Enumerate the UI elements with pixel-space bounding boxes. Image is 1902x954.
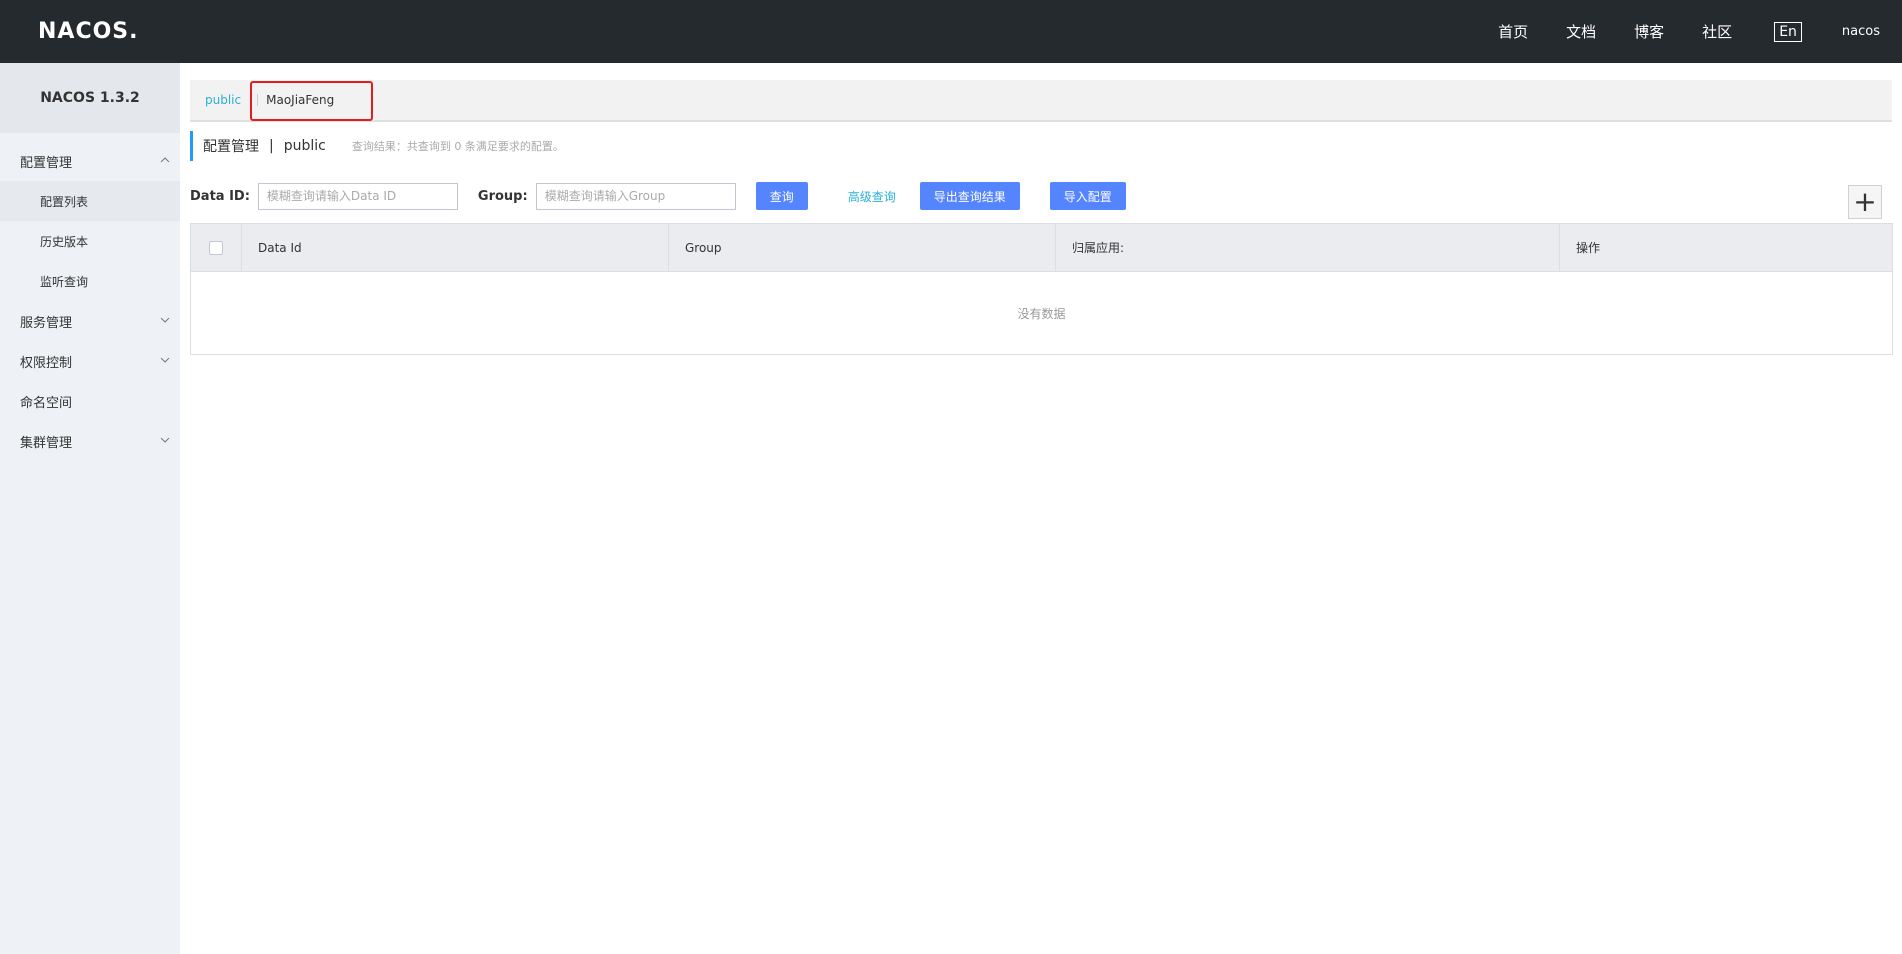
namespace-bar: public MaoJiaFeng <box>190 80 1892 122</box>
sidebar-item-label: 集群管理 <box>20 435 73 451</box>
column-header-group: Group <box>669 223 1056 272</box>
top-nav: 首页 文档 博客 社区 En nacos <box>1498 0 1902 63</box>
sidebar-item-label: 权限控制 <box>20 355 73 371</box>
sidebar-item-label: 历史版本 <box>40 234 89 249</box>
export-results-button[interactable]: 导出查询结果 <box>919 182 1020 210</box>
nav-blog[interactable]: 博客 <box>1634 21 1664 42</box>
sidebar-item-history[interactable]: 历史版本 <box>0 221 180 261</box>
sidebar-item-config-list[interactable]: 配置列表 <box>0 181 180 221</box>
nacos-logo[interactable]: NACOS. <box>38 16 139 46</box>
advanced-query-link[interactable]: 高级查询 <box>848 188 896 205</box>
query-button[interactable]: 查询 <box>755 182 808 210</box>
group-label: Group: <box>477 188 528 204</box>
table-header: Data Id Group 归属应用: 操作 <box>191 223 1892 272</box>
chevron-down-icon <box>160 357 170 363</box>
sidebar-item-service-management[interactable]: 服务管理 <box>0 301 180 341</box>
namespace-tab-public[interactable]: public <box>205 93 241 107</box>
import-config-button[interactable]: 导入配置 <box>1049 182 1126 210</box>
current-namespace: public <box>283 138 326 154</box>
chevron-down-icon <box>160 437 170 443</box>
search-row: Data ID: Group: 查询 高级查询 导出查询结果 导入配置 + <box>190 181 1892 219</box>
logo-text: NACOS. <box>38 18 139 44</box>
data-id-label: Data ID: <box>190 188 250 204</box>
query-result-summary: 查询结果：共查询到 0 条满足要求的配置。 <box>351 140 564 153</box>
column-header-app: 归属应用: <box>1056 223 1560 272</box>
select-all-cell <box>191 223 242 272</box>
nav-home[interactable]: 首页 <box>1498 21 1528 42</box>
page-title: 配置管理 <box>203 139 259 155</box>
data-id-input[interactable] <box>257 182 458 210</box>
group-input[interactable] <box>535 182 736 210</box>
sidebar-item-namespace[interactable]: 命名空间 <box>0 381 180 421</box>
main-content: public MaoJiaFeng 配置管理 | public 查询结果：共查询… <box>180 63 1902 954</box>
column-header-actions: 操作 <box>1576 241 1601 255</box>
sidebar-menu: 配置管理 配置列表 历史版本 监听查询 服务管理 权限控制 命名空间 集群管理 <box>0 133 180 461</box>
sidebar-item-label: 命名空间 <box>20 395 73 411</box>
column-header-data-id: Data Id <box>242 223 669 272</box>
sidebar-item-config-management[interactable]: 配置管理 <box>0 141 180 181</box>
sidebar-item-label: 配置管理 <box>20 155 73 171</box>
sidebar-item-auth-control[interactable]: 权限控制 <box>0 341 180 381</box>
page-title-row: 配置管理 | public 查询结果：共查询到 0 条满足要求的配置。 <box>190 131 564 161</box>
nav-community[interactable]: 社区 <box>1702 21 1732 42</box>
select-all-checkbox[interactable] <box>209 240 223 255</box>
top-header: NACOS. 首页 文档 博客 社区 En nacos <box>0 0 1902 63</box>
config-table: Data Id Group 归属应用: 操作 没有数据 <box>190 223 1893 355</box>
title-accent-bar <box>190 131 193 161</box>
version-label: NACOS 1.3.2 <box>0 63 180 133</box>
language-switch-button[interactable]: En <box>1774 21 1802 42</box>
sidebar-item-label: 监听查询 <box>40 274 89 289</box>
namespace-divider <box>257 94 259 106</box>
sidebar-item-cluster-management[interactable]: 集群管理 <box>0 421 180 461</box>
chevron-down-icon <box>160 317 170 323</box>
namespace-tab-maojiafeng[interactable]: MaoJiaFeng <box>266 93 334 107</box>
sidebar-item-label: 配置列表 <box>40 194 89 209</box>
nav-docs[interactable]: 文档 <box>1566 21 1596 42</box>
add-config-button[interactable]: + <box>1848 185 1882 219</box>
chevron-up-icon <box>160 157 170 163</box>
sidebar: NACOS 1.3.2 配置管理 配置列表 历史版本 监听查询 服务管理 权限控… <box>0 63 180 954</box>
sidebar-item-label: 服务管理 <box>20 315 73 331</box>
user-name[interactable]: nacos <box>1842 24 1880 39</box>
plus-icon: + <box>1853 185 1877 218</box>
title-divider: | <box>269 138 274 154</box>
empty-state: 没有数据 <box>1017 306 1066 321</box>
sidebar-item-listener-query[interactable]: 监听查询 <box>0 261 180 301</box>
